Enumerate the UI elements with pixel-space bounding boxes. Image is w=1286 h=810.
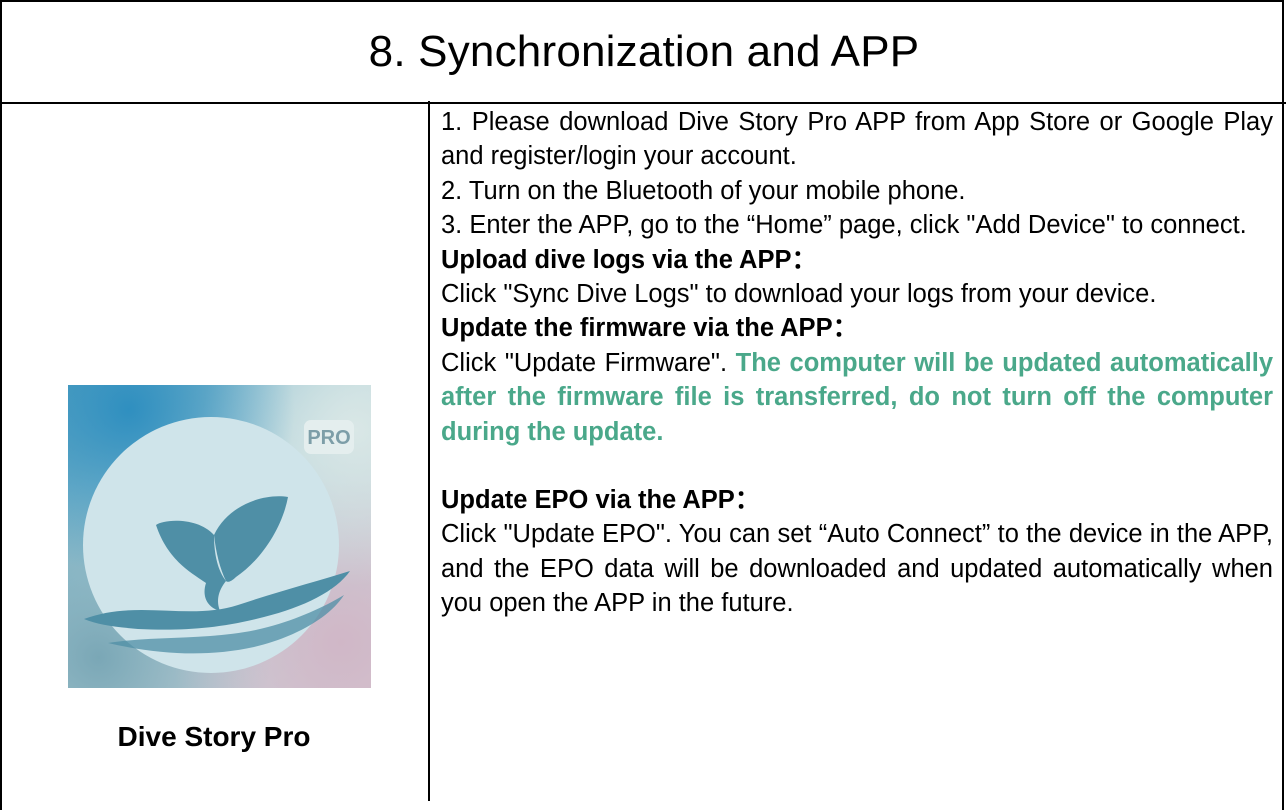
pro-badge-text: PRO bbox=[307, 427, 350, 449]
firmware-heading: Update the firmware via the APP： bbox=[441, 314, 859, 343]
epo-heading: Update EPO via the APP： bbox=[441, 486, 761, 515]
firmware-paragraph: Click "Update Firmware". The computer wi… bbox=[441, 346, 1273, 449]
step-bluetooth: 2. Turn on the Bluetooth of your mobile … bbox=[441, 176, 966, 205]
step-download: 1. Please download Dive Story Pro APP fr… bbox=[441, 108, 1273, 171]
app-name: Dive Story Pro bbox=[117, 721, 311, 752]
upload-heading: Upload dive logs via the APP： bbox=[441, 245, 817, 274]
column-divider bbox=[428, 101, 430, 801]
section-title: 8. Synchronization and APP bbox=[368, 27, 920, 76]
section-header: 8. Synchronization and APP bbox=[2, 2, 1286, 104]
epo-text: Click "Update EPO". You can set “Auto Co… bbox=[441, 520, 1273, 618]
app-cell: PRO Dive Story Pro bbox=[0, 102, 428, 801]
instructions-cell: 1. Please download Dive Story Pro APP fr… bbox=[441, 105, 1273, 621]
dive-story-pro-logo-icon: PRO bbox=[83, 417, 354, 673]
step-add-device: 3. Enter the APP, go to the “Home” page,… bbox=[441, 211, 1247, 240]
app-icon: PRO bbox=[68, 385, 371, 688]
upload-text: Click "Sync Dive Logs" to download your … bbox=[441, 280, 1157, 309]
firmware-text: Click "Update Firmware". bbox=[441, 348, 728, 377]
